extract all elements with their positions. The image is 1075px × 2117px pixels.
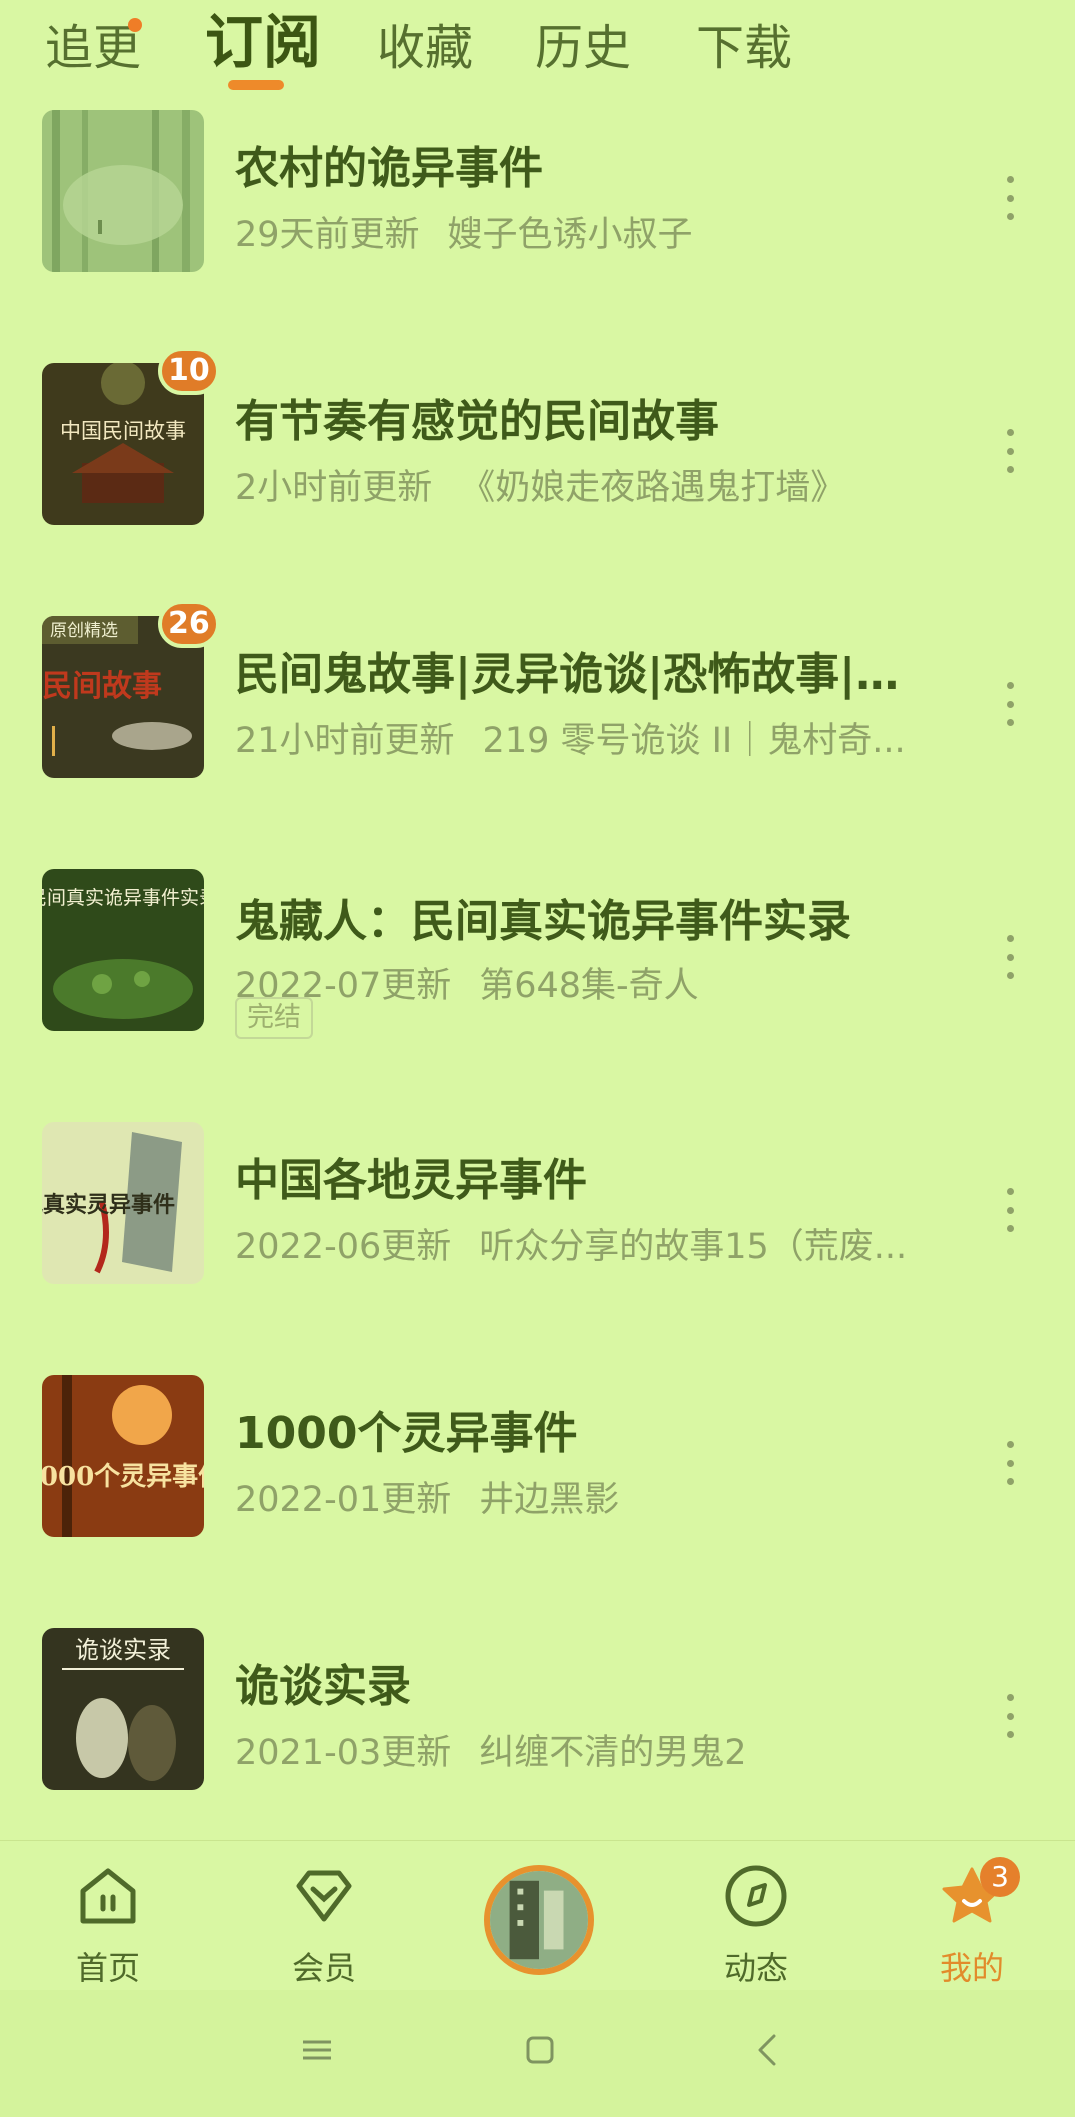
nav-mine[interactable]: 我的 bbox=[902, 1861, 1042, 1989]
album-cover[interactable]: 民间真实诡异事件实录 bbox=[42, 869, 204, 1031]
notification-badge: 3 bbox=[980, 1857, 1020, 1897]
list-item[interactable]: 中国民间故事 10 有节奏有感觉的民间故事 2小时前更新 《奶娘走夜路遇鬼打墙》 bbox=[0, 347, 1075, 614]
more-options-icon[interactable] bbox=[996, 674, 1024, 734]
list-item[interactable]: 1000个灵异事件 1000个灵异事件 2022-01更新井边黑影 bbox=[0, 1373, 1075, 1626]
cover-text: 诡谈实录 bbox=[75, 1636, 171, 1664]
bottom-navigation: 首页 会员 动态 我的 3 bbox=[0, 1840, 1075, 1991]
new-episodes-badge: 10 bbox=[158, 347, 220, 395]
album-title[interactable]: 中国各地灵异事件 bbox=[235, 1144, 587, 1208]
album-title[interactable]: 农村的诡异事件 bbox=[235, 132, 543, 196]
menu-icon[interactable] bbox=[297, 2030, 337, 2070]
album-update-info: 21小时前更新 219 零号诡谈 II｜鬼村奇... bbox=[235, 721, 906, 761]
active-tab-indicator bbox=[228, 80, 284, 90]
album-title[interactable]: 民间鬼故事|灵异诡谈|恐怖故事|民... bbox=[235, 638, 925, 702]
compass-icon bbox=[725, 1865, 787, 1927]
list-item[interactable]: 农村的诡异事件 29天前更新 嫂子色诱小叔子 bbox=[0, 108, 1075, 361]
nav-vip[interactable]: 会员 bbox=[254, 1861, 394, 1989]
now-playing-cover bbox=[490, 1871, 588, 1969]
album-cover[interactable]: 各地真实灵异事件 bbox=[42, 1122, 204, 1284]
cover-text: 中国民间故事 bbox=[60, 419, 186, 443]
album-title[interactable]: 鬼藏人：民间真实诡异事件实录 bbox=[235, 885, 851, 949]
nav-home[interactable]: 首页 bbox=[38, 1861, 178, 1989]
system-navigation-bar bbox=[0, 1990, 1075, 2117]
new-episodes-badge: 26 bbox=[158, 600, 220, 648]
nav-home-label: 首页 bbox=[75, 1949, 140, 1987]
nav-mine-label: 我的 bbox=[939, 1949, 1004, 1987]
album-update-info: 2022-01更新 井边黑影 bbox=[235, 1480, 620, 1520]
list-item[interactable]: 各地真实灵异事件 中国各地灵异事件 2022-06更新听众分享的故事15（荒废.… bbox=[0, 1120, 1075, 1373]
more-options-icon[interactable] bbox=[996, 927, 1024, 987]
cover-text: 1000个灵异事件 bbox=[42, 1462, 204, 1492]
more-options-icon[interactable] bbox=[996, 421, 1024, 481]
album-cover[interactable] bbox=[42, 110, 204, 272]
more-options-icon[interactable] bbox=[996, 1686, 1024, 1746]
cover-text: 各地真实灵异事件 bbox=[42, 1192, 175, 1218]
tab-history[interactable]: 历史 bbox=[535, 18, 631, 78]
more-options-icon[interactable] bbox=[996, 1433, 1024, 1493]
tab-following[interactable]: 追更 bbox=[45, 18, 141, 78]
album-cover[interactable]: 诡谈实录 bbox=[42, 1628, 204, 1790]
back-icon[interactable] bbox=[748, 2030, 788, 2070]
more-options-icon[interactable] bbox=[996, 168, 1024, 228]
album-update-info: 29天前更新 嫂子色诱小叔子 bbox=[235, 215, 693, 255]
now-playing-button[interactable] bbox=[484, 1865, 594, 1975]
cover-text: 民间故事 bbox=[42, 669, 162, 704]
diamond-icon bbox=[296, 1870, 352, 1922]
album-title[interactable]: 有节奏有感觉的民间故事 bbox=[235, 385, 719, 449]
list-item[interactable]: 民间真实诡异事件实录 鬼藏人：民间真实诡异事件实录 2022-07更新第648集… bbox=[0, 867, 1075, 1120]
nav-feed[interactable]: 动态 bbox=[686, 1861, 826, 1989]
album-cover[interactable]: 1000个灵异事件 bbox=[42, 1375, 204, 1537]
status-badge-completed: 完结 bbox=[235, 997, 313, 1039]
list-item[interactable]: 原创精选 民间故事 26 民间鬼故事|灵异诡谈|恐怖故事|民... 21小时前更… bbox=[0, 600, 1075, 867]
tab-downloads[interactable]: 下载 bbox=[696, 18, 792, 78]
new-update-dot bbox=[128, 18, 142, 32]
album-update-info: 2022-06更新 听众分享的故事15（荒废... bbox=[235, 1227, 908, 1267]
tab-subscriptions[interactable]: 订阅 bbox=[205, 12, 321, 72]
album-update-info: 2小时前更新 《奶娘走夜路遇鬼打墙》 bbox=[235, 468, 846, 508]
album-title[interactable]: 1000个灵异事件 bbox=[235, 1397, 577, 1461]
nav-feed-label: 动态 bbox=[723, 1949, 788, 1987]
top-tab-bar: 追更 订阅 收藏 历史 下载 bbox=[0, 0, 1075, 100]
more-options-icon[interactable] bbox=[996, 1180, 1024, 1240]
album-update-info: 2021-03更新 纠缠不清的男鬼2 bbox=[235, 1733, 747, 1773]
home-icon bbox=[80, 1868, 136, 1924]
nav-vip-label: 会员 bbox=[291, 1949, 356, 1987]
cover-text: 民间真实诡异事件实录 bbox=[42, 887, 204, 909]
tab-favorites[interactable]: 收藏 bbox=[377, 18, 473, 78]
home-square-icon[interactable] bbox=[520, 2030, 560, 2070]
album-title[interactable]: 诡谈实录 bbox=[235, 1650, 411, 1714]
cover-tag: 原创精选 bbox=[50, 621, 118, 641]
